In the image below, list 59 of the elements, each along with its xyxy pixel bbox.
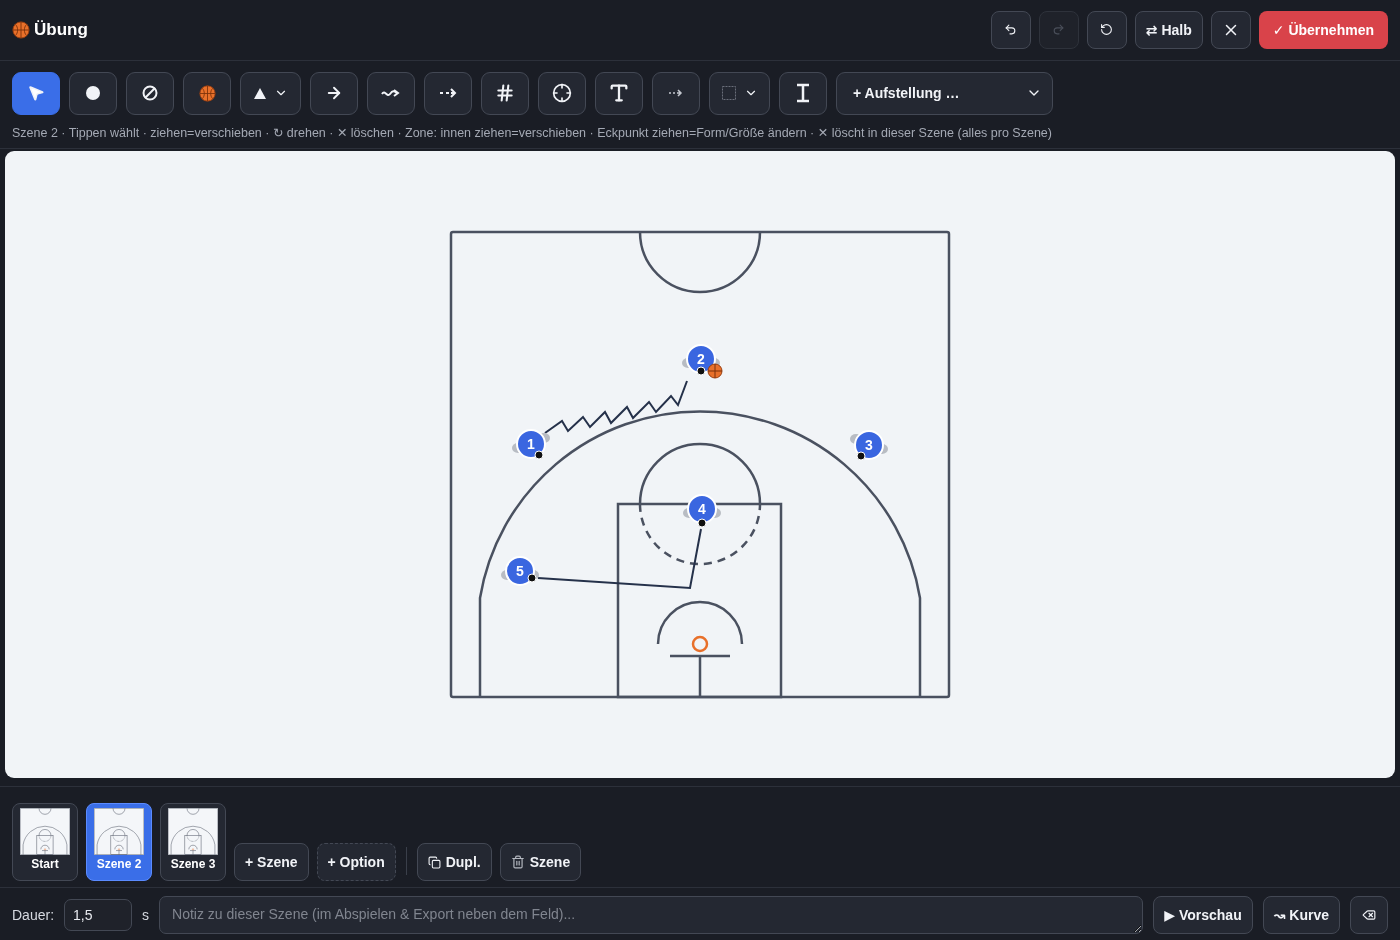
cut-line[interactable] bbox=[537, 527, 702, 589]
cone-tool-button[interactable] bbox=[240, 71, 301, 115]
hint-text: Szene 2 · Tippen wählt · ziehen=verschieben · ↻ drehen · ✕ löschen · Zone: innen ziehen=verschieben · Eckpunkt ziehen=Form/Größe ändern · ✕ löscht in dieser Szene (alles pro Szene) bbox=[0, 117, 1400, 149]
pointer-icon bbox=[27, 84, 45, 103]
shot-tool-button[interactable] bbox=[538, 71, 586, 115]
crosshair-icon bbox=[552, 83, 572, 104]
formation-select[interactable]: + Aufstellung … bbox=[836, 71, 1053, 115]
preview-button[interactable]: ▶ Vorschau bbox=[1153, 896, 1253, 934]
window-title: Übung bbox=[34, 19, 88, 40]
add-scene-button[interactable]: + Szene bbox=[234, 843, 309, 881]
text-tool-button[interactable] bbox=[779, 71, 827, 115]
dot-icon bbox=[86, 86, 100, 101]
duration-field[interactable]: 1,5 bbox=[64, 899, 133, 931]
reset-icon bbox=[1100, 23, 1114, 37]
dashed-arrow-icon bbox=[439, 87, 457, 100]
note-field[interactable]: Notiz zu dieser Szene (im Abspielen & Export neben dem Feld)... bbox=[159, 896, 1144, 934]
basketball-icon bbox=[198, 84, 216, 102]
arrow-tool-button[interactable] bbox=[310, 71, 358, 115]
half-button[interactable]: ⇄ Halb bbox=[1134, 10, 1203, 49]
curve-button[interactable]: ↝ Kurve bbox=[1262, 896, 1340, 934]
delete-scene-button[interactable]: Szene bbox=[499, 843, 582, 881]
backspace-icon bbox=[1362, 908, 1376, 922]
trash-icon bbox=[510, 855, 525, 869]
dotted-tool-button[interactable] bbox=[652, 71, 700, 115]
wavy-arrow-icon bbox=[381, 87, 401, 100]
triangle-icon bbox=[253, 87, 266, 99]
block-tool-button[interactable] bbox=[595, 71, 643, 115]
hash-icon bbox=[495, 83, 515, 104]
apply-button[interactable]: ✓ Übernehmen bbox=[1258, 10, 1388, 49]
ball-tool-button[interactable] bbox=[183, 71, 231, 115]
undo-icon bbox=[1004, 23, 1018, 37]
text-cursor-icon bbox=[796, 83, 810, 104]
court-drawing[interactable]: 1 2 3 4 5 bbox=[449, 229, 951, 699]
dribble-tool-button[interactable] bbox=[367, 71, 415, 115]
reset-button[interactable] bbox=[1086, 10, 1127, 49]
defender-tool-button[interactable] bbox=[126, 71, 174, 115]
court-thumbnail bbox=[94, 808, 144, 855]
redo-icon bbox=[1052, 23, 1066, 37]
copy-icon bbox=[427, 855, 441, 869]
slashed-circle-icon bbox=[142, 85, 158, 102]
screen-tool-button[interactable] bbox=[481, 71, 529, 115]
option-scene-button[interactable]: + Option bbox=[316, 843, 396, 881]
square-icon bbox=[721, 86, 736, 101]
unit-label: s bbox=[142, 907, 150, 923]
scene-thumbnail[interactable]: Szene 3 bbox=[160, 803, 226, 881]
duplicate-scene-button[interactable]: Dupl. bbox=[416, 843, 492, 881]
close-button[interactable] bbox=[1210, 10, 1251, 49]
select-tool-button[interactable] bbox=[12, 71, 60, 115]
scene-thumbnail[interactable]: Szene 2 bbox=[86, 803, 152, 881]
scene-thumbnail[interactable]: Start bbox=[12, 803, 78, 881]
court-thumbnail bbox=[168, 808, 218, 855]
dribble-line[interactable] bbox=[544, 379, 688, 434]
court-thumbnail bbox=[20, 808, 70, 855]
clear-button[interactable] bbox=[1350, 896, 1388, 934]
dotted-arrow-icon bbox=[668, 88, 684, 99]
undo-button[interactable] bbox=[990, 10, 1031, 49]
player-tool-button[interactable] bbox=[69, 71, 117, 115]
duration-label: Dauer: bbox=[12, 907, 55, 923]
basketball-icon bbox=[12, 20, 30, 39]
